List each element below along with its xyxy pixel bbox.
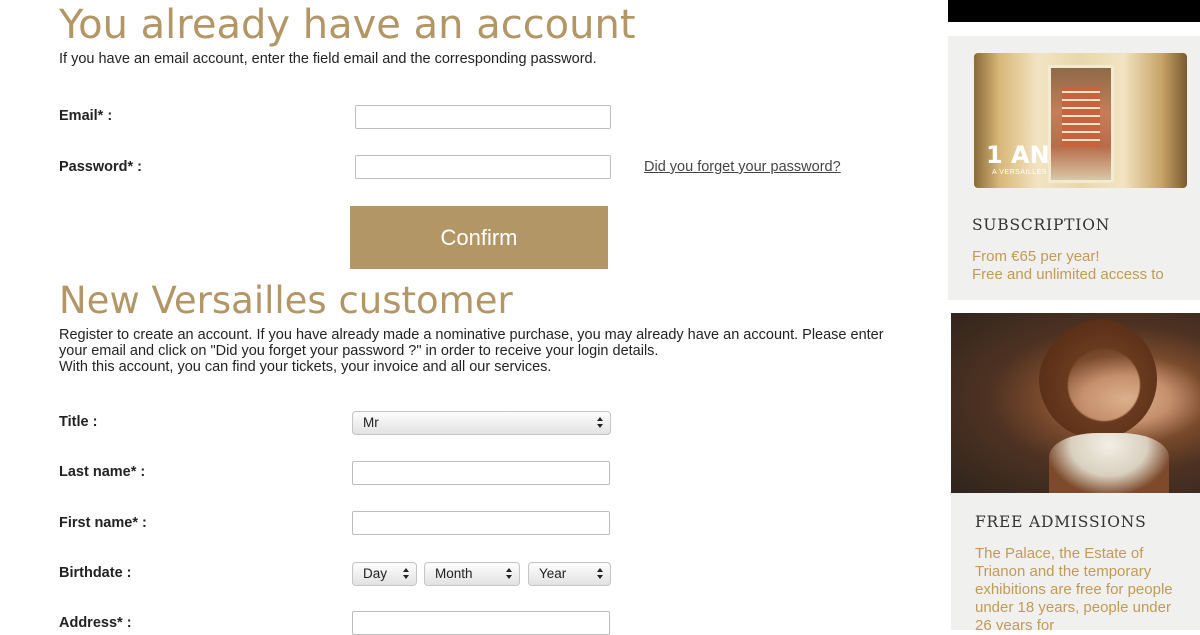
forgot-password-link[interactable]: Did you forget your password? xyxy=(644,159,841,175)
register-intro: Register to create an account. If you ha… xyxy=(59,327,899,375)
sidebar: 1 AN A VERSAILLES SUBSCRIPTION From €65 … xyxy=(948,0,1200,630)
register-intro-text-2: With this account, you can find your tic… xyxy=(59,359,552,375)
select-arrows-icon xyxy=(403,566,410,582)
free-admissions-card[interactable]: FREE ADMISSIONS The Palace, the Estate o… xyxy=(951,313,1200,630)
subscription-price: From €65 per year! xyxy=(972,248,1100,265)
firstname-field[interactable] xyxy=(352,511,610,535)
subscription-title[interactable]: SUBSCRIPTION xyxy=(972,216,1110,234)
lastname-field[interactable] xyxy=(352,461,610,485)
birth-day-value: Day xyxy=(363,566,388,581)
login-title: You already have an account xyxy=(59,2,636,48)
firstname-label: First name* : xyxy=(59,515,147,531)
title-label: Title : xyxy=(59,414,98,430)
select-arrows-icon xyxy=(597,566,604,582)
password-label: Password* : xyxy=(59,159,142,175)
portrait-hair-graphic xyxy=(1039,319,1157,439)
birthdate-label: Birthdate : xyxy=(59,565,132,581)
subscription-image-subtext: A VERSAILLES xyxy=(992,169,1048,176)
subscription-image-text: 1 AN xyxy=(986,141,1050,169)
birth-year-select[interactable]: Year xyxy=(528,562,611,586)
password-field[interactable] xyxy=(355,155,611,179)
email-field[interactable] xyxy=(355,105,611,129)
main-content: You already have an account If you have … xyxy=(0,0,948,635)
subscription-image[interactable]: 1 AN A VERSAILLES xyxy=(974,53,1187,188)
lastname-label: Last name* : xyxy=(59,464,146,480)
address-field[interactable] xyxy=(352,611,610,635)
birth-year-value: Year xyxy=(539,566,567,581)
birth-month-select[interactable]: Month xyxy=(424,562,520,586)
select-arrows-icon xyxy=(506,566,513,582)
subscription-desc: Free and unlimited access to xyxy=(972,266,1164,283)
birth-month-value: Month xyxy=(435,566,473,581)
portrait-collar-graphic xyxy=(1049,433,1169,493)
free-admissions-text: The Palace, the Estate of Trianon and th… xyxy=(975,545,1173,630)
birth-day-select[interactable]: Day xyxy=(352,562,417,586)
sidebar-top-bar xyxy=(948,0,1200,22)
subscription-text: From €65 per year! Free and unlimited ac… xyxy=(972,248,1192,284)
subscription-card[interactable]: 1 AN A VERSAILLES SUBSCRIPTION From €65 … xyxy=(948,36,1200,300)
window-graphic xyxy=(1062,87,1100,147)
title-select-value: Mr xyxy=(363,415,379,430)
title-select[interactable]: Mr xyxy=(352,411,611,435)
email-label: Email* : xyxy=(59,108,113,124)
confirm-button[interactable]: Confirm xyxy=(350,206,608,269)
portrait-image[interactable] xyxy=(951,313,1200,493)
register-title: New Versailles customer xyxy=(59,279,513,322)
select-arrows-icon xyxy=(597,415,604,431)
address-label: Address* : xyxy=(59,615,132,631)
login-intro: If you have an email account, enter the … xyxy=(59,51,597,67)
free-admissions-title[interactable]: FREE ADMISSIONS xyxy=(975,513,1147,531)
register-intro-text: Register to create an account. If you ha… xyxy=(59,327,884,359)
